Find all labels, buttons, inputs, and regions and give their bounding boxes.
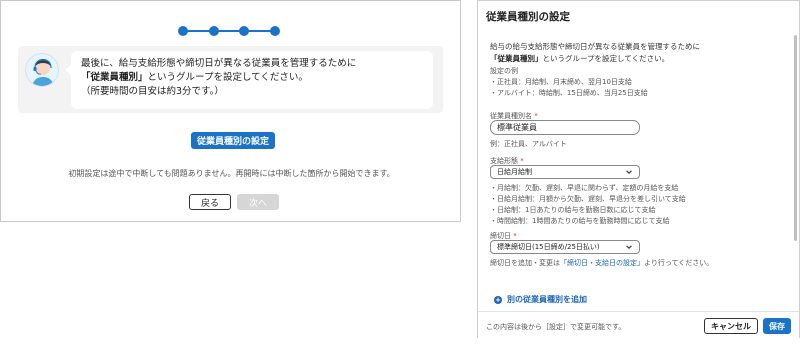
cutoff-settings-link[interactable]: 「締切日・支給日の設定」	[560, 259, 644, 267]
chevron-down-icon	[626, 170, 632, 174]
example-item-2: ・アルバイト：時給制、15日締め、当月25日支給	[490, 89, 648, 97]
message-line-3: （所要時間の目安は約3分です。）	[81, 86, 224, 97]
employee-type-name-hint: 例：正社員、アルバイト	[490, 140, 567, 148]
employee-type-name-input[interactable]: 標準従業員	[490, 120, 640, 135]
cutoff-selected-value: 標準締切日(15日締め/25日払い)	[497, 243, 600, 251]
speech-bubble: 最後に、給与支給形態や締切日が異なる従業員を管理するために 「従業員種別」という…	[65, 51, 433, 109]
setup-wizard-card: 最後に、給与支給形態や締切日が異なる従業員を管理するために 「従業員種別」という…	[0, 0, 461, 222]
step-dot-2	[209, 26, 219, 36]
chevron-down-icon	[626, 245, 632, 249]
message-line-1: 最後に、給与支給形態や締切日が異なる従業員を管理するために	[81, 58, 357, 69]
step-dot-4	[270, 26, 280, 36]
pay-type-selected-value: 日給月給制	[497, 168, 532, 176]
example-item-1: ・正社員：月給制、月末締め、翌月10日支給	[490, 78, 632, 86]
cutoff-select[interactable]: 標準締切日(15日締め/25日払い)	[490, 240, 640, 254]
footer-note: この内容は後から［設定］で変更可能です。	[486, 323, 626, 331]
message-bold-term: 「従業員種別」	[81, 72, 148, 83]
intro-line-2-rest: というグループを設定してください。	[542, 54, 670, 63]
next-button[interactable]: 次へ	[237, 194, 279, 210]
stepper-line	[182, 30, 276, 32]
cutoff-note: 締切日を追加・変更は「締切日・支給日の設定」より行ってください。	[490, 259, 714, 267]
message-line-2: 「従業員種別」というグループを設定してください。	[81, 71, 423, 85]
step-dot-3	[239, 26, 249, 36]
intro-line-2: 「従業員種別」というグループを設定してください。	[490, 53, 669, 64]
add-employee-type-label: 別の従業員種別を追加	[507, 295, 587, 304]
step-dot-1	[178, 26, 188, 36]
save-button[interactable]: 保存	[763, 318, 791, 334]
required-mark: *	[513, 232, 517, 240]
required-mark: *	[534, 112, 538, 120]
pay-type-note-1: ・月給制：欠勤、遅刻、早退に関わらず、定額の月給を支給	[490, 184, 679, 192]
example-heading: 設定の例	[490, 67, 518, 75]
plus-circle-icon: +	[494, 295, 502, 304]
message-line-2-rest: というグループを設定してください。	[147, 72, 308, 83]
modal-scroll-area[interactable]: 給与の給与支給形態や締切日が異なる従業員を管理するために 「従業員種別」というグ…	[478, 31, 798, 310]
required-mark: *	[520, 157, 524, 165]
assistant-message-panel: 最後に、給与支給形態や締切日が異なる従業員を管理するために 「従業員種別」という…	[18, 46, 443, 113]
pay-type-select[interactable]: 日給月給制	[490, 165, 640, 179]
add-employee-type-link[interactable]: + 別の従業員種別を追加	[494, 294, 587, 305]
pay-type-note-2: ・日給月給制：月額から欠勤、遅刻、早退分を差し引いて支給	[490, 195, 686, 203]
resume-info-text: 初期設定は途中で中断しても問題ありません。再開時には中断した箇所から開始できます…	[68, 169, 395, 178]
pay-type-note-4: ・時間給制：1時間あたりの給与を勤務時間に応じて支給	[490, 217, 670, 225]
intro-bold-term: 「従業員種別」	[490, 54, 543, 63]
progress-stepper	[178, 25, 280, 37]
back-button[interactable]: 戻る	[189, 194, 231, 210]
cancel-button[interactable]: キャンセル	[704, 318, 758, 334]
employee-type-settings-modal: 従業員種別の設定 給与の給与支給形態や締切日が異なる従業員を管理するために 「従…	[477, 0, 800, 338]
intro-line-1: 給与の給与支給形態や締切日が異なる従業員を管理するために	[490, 42, 700, 51]
pay-type-note-3: ・日給制：1日あたりの給与を勤務日数に応じて支給	[490, 206, 656, 214]
employee-type-setup-button[interactable]: 従業員種別の設定	[191, 132, 275, 149]
modal-footer: この内容は後から［設定］で変更可能です。 キャンセル 保存	[478, 311, 799, 338]
modal-scrollbar[interactable]	[794, 35, 797, 241]
modal-title: 従業員種別の設定	[486, 11, 570, 23]
support-agent-avatar-icon	[25, 53, 59, 87]
